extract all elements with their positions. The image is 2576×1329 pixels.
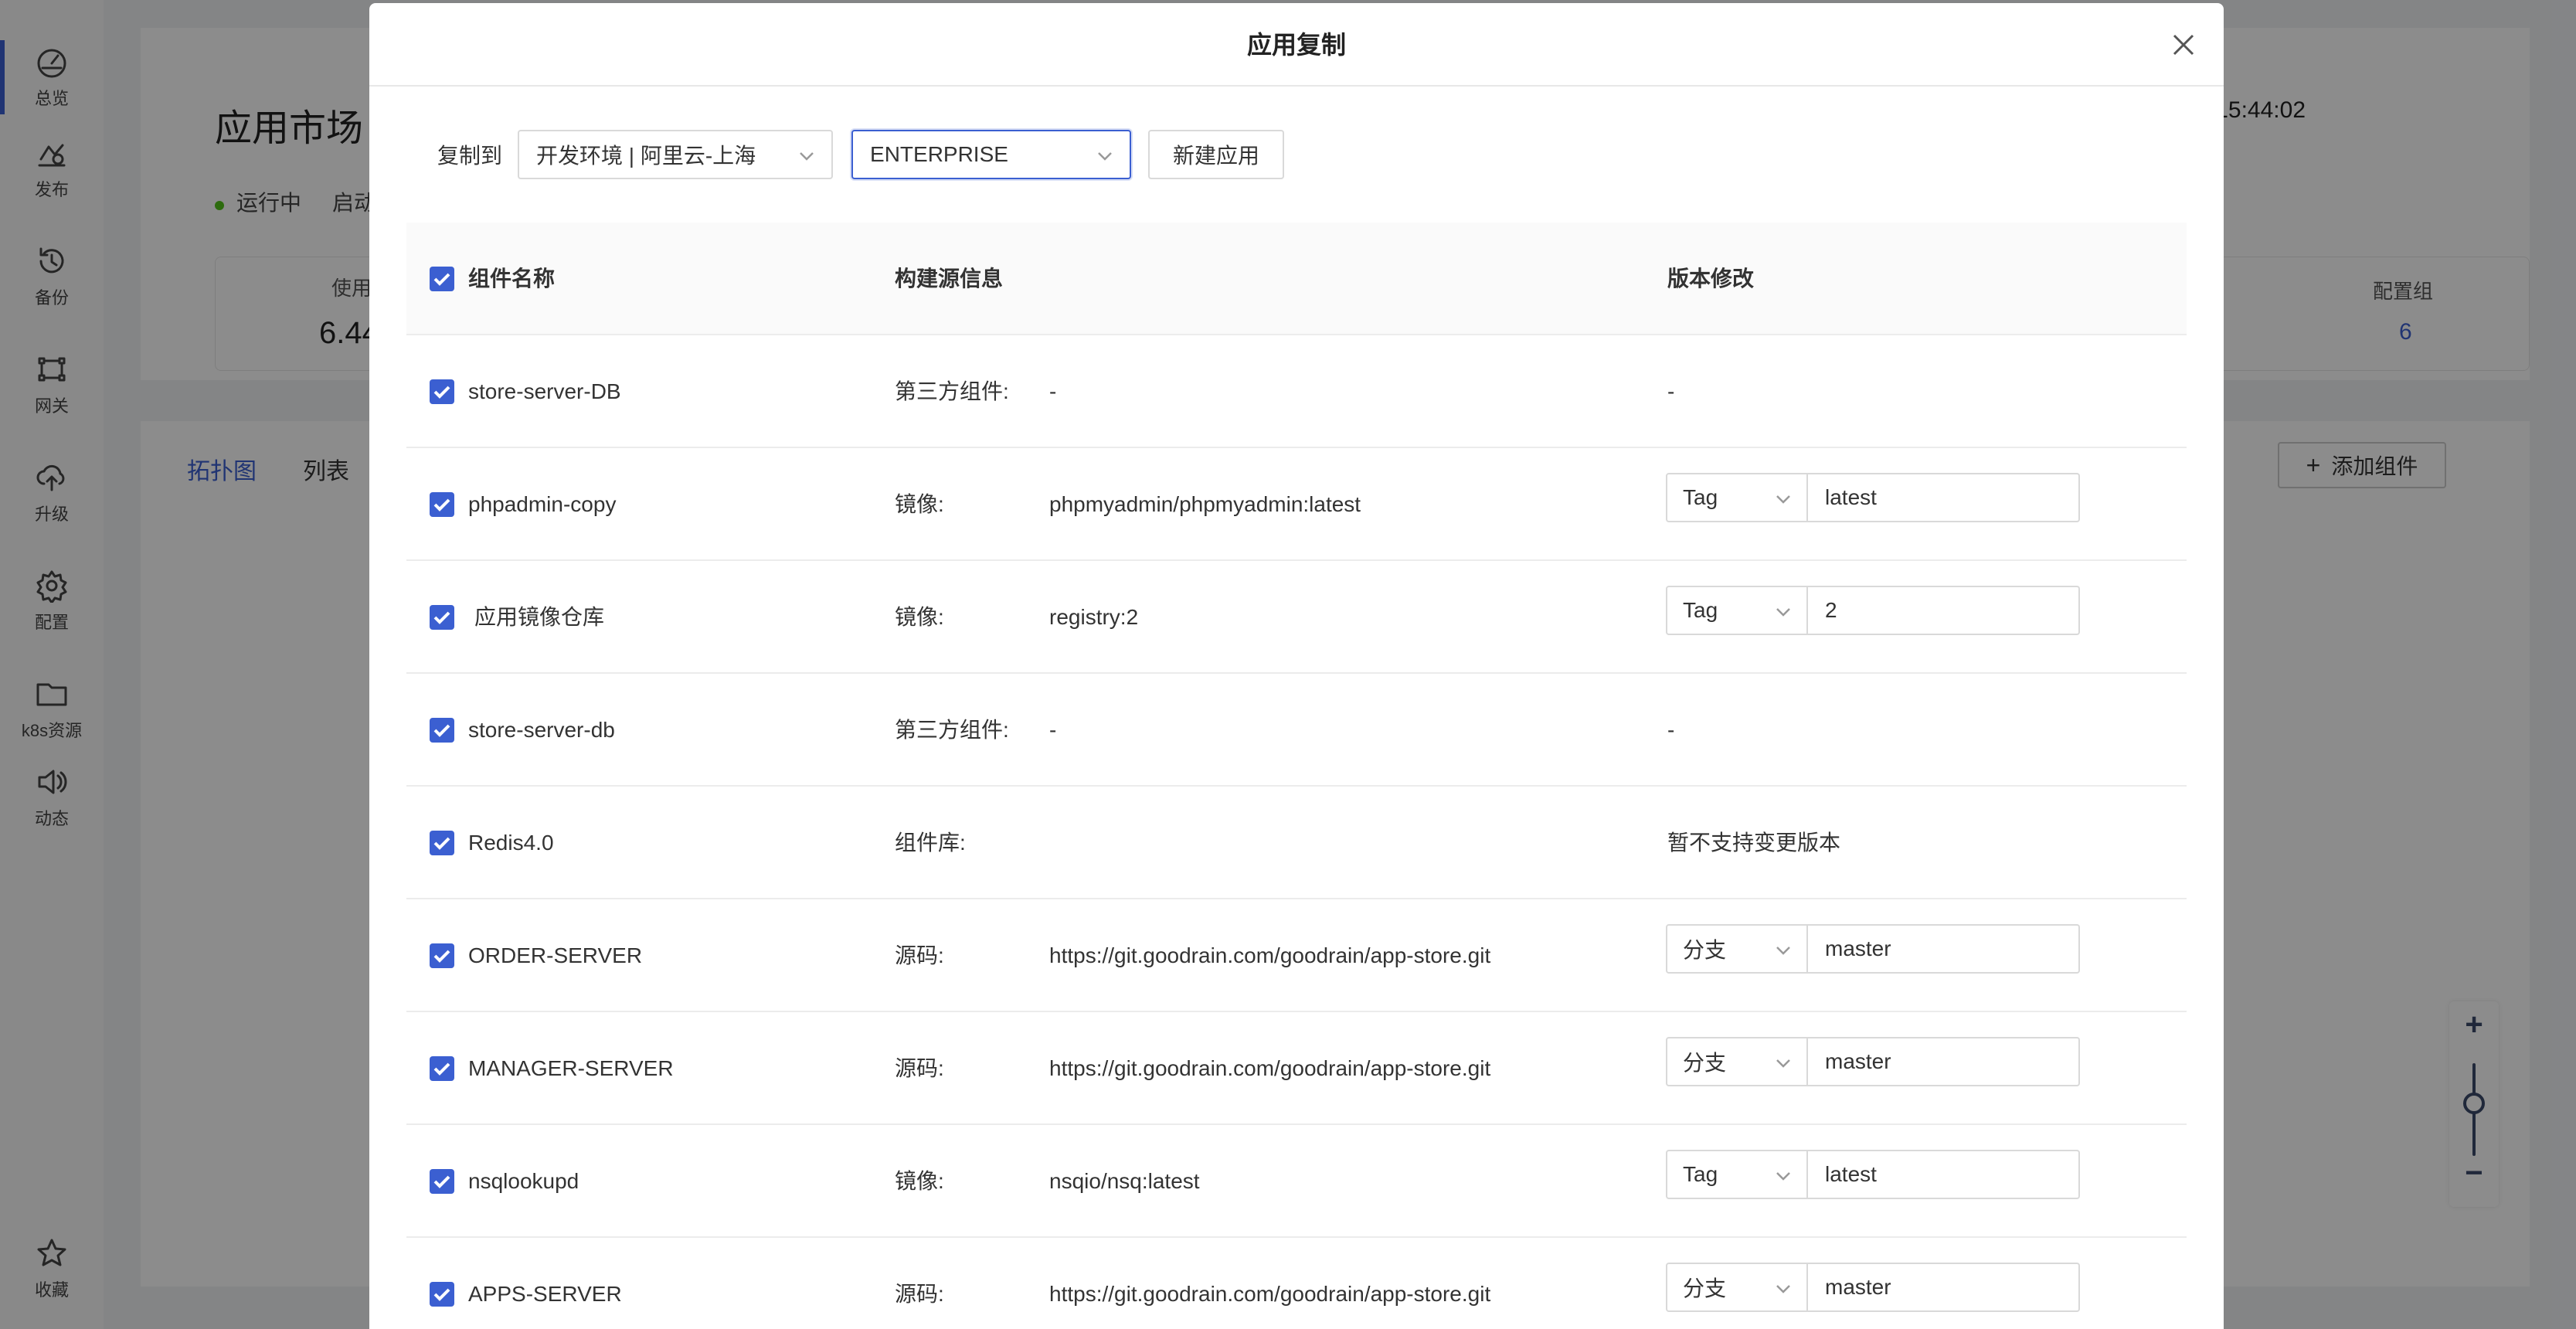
chevron-down-icon: [1776, 495, 1790, 504]
source-type: 镜像:: [895, 1169, 944, 1193]
source-value: nsqio/nsq:latest: [1049, 1169, 1200, 1193]
component-name: MANAGER-SERVER: [468, 1056, 674, 1080]
column-source: 构建源信息: [895, 267, 1004, 291]
row-checkbox[interactable]: [430, 718, 454, 743]
component-name: Redis4.0: [468, 831, 554, 855]
component-name: 应用镜像仓库: [474, 605, 605, 629]
source-type: 镜像:: [895, 492, 944, 516]
source-type: 源码:: [895, 1056, 944, 1080]
source-value: registry:2: [1049, 605, 1139, 629]
copy-target-bar: 复制到 开发环境 | 阿里云-上海 ENTERPRISE 新建应用: [437, 130, 1285, 179]
version-value-input[interactable]: [1808, 473, 2080, 522]
source-type: 组件库:: [895, 831, 966, 855]
version-value-input[interactable]: [1808, 924, 2080, 974]
component-name: APPS-SERVER: [468, 1282, 622, 1306]
table-row: store-server-DB 第三方组件: - -: [406, 335, 2187, 448]
new-app-button[interactable]: 新建应用: [1148, 130, 1285, 179]
source-value: https://git.goodrain.com/goodrain/app-st…: [1049, 1056, 1491, 1080]
version-text: 暂不支持变更版本: [1667, 831, 1841, 855]
version-editor: Tag: [1666, 473, 2080, 522]
row-checkbox[interactable]: [430, 1056, 454, 1081]
source-value: -: [1049, 718, 1057, 742]
version-editor: 分支: [1666, 1263, 2080, 1312]
check-icon: [433, 724, 450, 737]
row-checkbox[interactable]: [430, 492, 454, 517]
component-name: phpadmin-copy: [468, 492, 617, 516]
application-select[interactable]: ENTERPRISE: [851, 130, 1132, 179]
row-checkbox[interactable]: [430, 605, 454, 630]
table-row: Redis4.0 组件库: 暂不支持变更版本: [406, 787, 2187, 899]
component-name: nsqlookupd: [468, 1169, 579, 1193]
chevron-down-icon: [1776, 1285, 1790, 1293]
environment-select[interactable]: 开发环境 | 阿里云-上海: [518, 130, 834, 179]
check-icon: [433, 950, 450, 963]
version-type-select[interactable]: 分支: [1666, 1263, 1808, 1312]
version-text: -: [1667, 718, 1675, 742]
table-row: nsqlookupd 镜像: nsqio/nsq:latest Tag: [406, 1125, 2187, 1238]
version-type-select[interactable]: Tag: [1666, 1150, 1808, 1199]
chevron-down-icon: [1776, 1059, 1790, 1068]
row-checkbox[interactable]: [430, 1169, 454, 1194]
version-value-input[interactable]: [1808, 1150, 2080, 1199]
version-type-select[interactable]: Tag: [1666, 473, 1808, 522]
column-version: 版本修改: [1667, 267, 1755, 291]
version-value-input[interactable]: [1808, 1037, 2080, 1086]
version-type-select[interactable]: 分支: [1666, 1037, 1808, 1086]
table-row: store-server-db 第三方组件: - -: [406, 674, 2187, 787]
source-value: phpmyadmin/phpmyadmin:latest: [1049, 492, 1361, 516]
column-name: 组件名称: [468, 267, 556, 291]
select-all-checkbox[interactable]: [430, 267, 454, 291]
source-value: https://git.goodrain.com/goodrain/app-st…: [1049, 943, 1491, 967]
table-row: MANAGER-SERVER 源码: https://git.goodrain.…: [406, 1012, 2187, 1125]
component-name: store-server-DB: [468, 379, 621, 403]
source-value: -: [1049, 379, 1057, 403]
check-icon: [433, 498, 450, 512]
row-checkbox[interactable]: [430, 831, 454, 855]
copy-to-label: 复制到: [437, 144, 503, 168]
check-icon: [433, 837, 450, 850]
table-row: APPS-SERVER 源码: https://git.goodrain.com…: [406, 1238, 2187, 1329]
check-icon: [433, 1062, 450, 1076]
table-row: ORDER-SERVER 源码: https://git.goodrain.co…: [406, 899, 2187, 1012]
component-name: store-server-db: [468, 718, 615, 742]
chevron-down-icon: [1776, 1172, 1790, 1181]
version-type-select[interactable]: Tag: [1666, 586, 1808, 635]
check-icon: [433, 1175, 450, 1188]
row-checkbox[interactable]: [430, 943, 454, 968]
row-checkbox[interactable]: [430, 379, 454, 404]
dialog-header: 应用复制: [369, 3, 2224, 87]
check-icon: [433, 1288, 450, 1301]
row-checkbox[interactable]: [430, 1282, 454, 1307]
table-row: 应用镜像仓库 镜像: registry:2 Tag: [406, 561, 2187, 674]
chevron-down-icon: [1098, 152, 1112, 161]
chevron-down-icon: [1776, 947, 1790, 955]
version-editor: 分支: [1666, 1037, 2080, 1086]
component-name: ORDER-SERVER: [468, 943, 643, 967]
check-icon: [433, 386, 450, 399]
chevron-down-icon: [1776, 608, 1790, 617]
chevron-down-icon: [800, 152, 814, 161]
source-type: 第三方组件:: [895, 718, 1009, 742]
table-row: phpadmin-copy 镜像: phpmyadmin/phpmyadmin:…: [406, 448, 2187, 561]
version-value-input[interactable]: [1808, 586, 2080, 635]
version-editor: Tag: [1666, 1150, 2080, 1199]
version-editor: Tag: [1666, 586, 2080, 635]
source-type: 源码:: [895, 1282, 944, 1306]
version-editor: 分支: [1666, 924, 2080, 974]
table-header: 组件名称 构建源信息 版本修改: [406, 223, 2187, 335]
copy-app-dialog: 应用复制 复制到 开发环境 | 阿里云-上海 ENTERPRISE 新建应用 组…: [369, 3, 2224, 1329]
version-value-input[interactable]: [1808, 1263, 2080, 1312]
close-icon[interactable]: [2171, 32, 2196, 57]
version-text: -: [1667, 379, 1675, 403]
source-type: 源码:: [895, 943, 944, 967]
check-icon: [433, 273, 450, 286]
dialog-title: 应用复制: [1246, 31, 1346, 59]
check-icon: [433, 611, 450, 624]
source-type: 镜像:: [895, 605, 944, 629]
version-type-select[interactable]: 分支: [1666, 924, 1808, 974]
source-value: https://git.goodrain.com/goodrain/app-st…: [1049, 1282, 1491, 1306]
source-type: 第三方组件:: [895, 379, 1009, 403]
